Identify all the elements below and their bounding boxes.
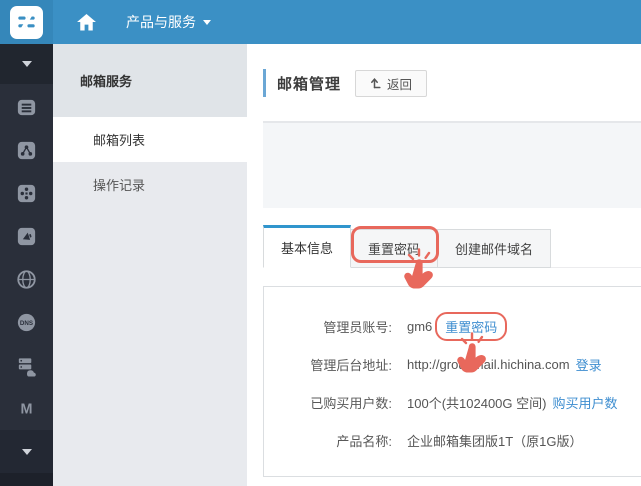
sidebar-item-mailbox-list[interactable]: 邮箱列表 — [53, 117, 247, 162]
info-label: 已购买用户数: — [310, 395, 392, 411]
rail-collapse-toggle[interactable] — [0, 44, 53, 84]
sidebar-title: 邮箱服务 — [53, 44, 247, 117]
chevron-down-icon — [21, 61, 32, 67]
page-title: 邮箱管理 — [277, 75, 342, 93]
back-button-label: 返回 — [387, 77, 413, 92]
info-value: gm6 — [407, 318, 433, 334]
rail-item-server[interactable] — [0, 344, 53, 387]
cdn-icon — [17, 184, 36, 203]
sidebar-item-operation-log[interactable]: 操作记录 — [53, 162, 247, 207]
rail-item-share[interactable] — [0, 129, 53, 172]
title-row: 邮箱管理 返回 — [263, 68, 428, 98]
info-label: 管理员账号: — [323, 319, 392, 335]
svg-text:DNS: DNS — [20, 320, 33, 327]
home-button[interactable] — [77, 13, 96, 31]
info-row-purchased-users: 已购买用户数: 100个(共102400G 空间) 购买用户数 — [264, 383, 641, 421]
tab-label: 基本信息 — [281, 241, 334, 256]
chevron-down-icon — [21, 448, 32, 455]
info-row-admin-url: 管理后台地址: http://groupmail.hichina.com 登录 — [264, 345, 641, 383]
products-services-label: 产品与服务 — [126, 14, 196, 30]
home-icon — [77, 13, 96, 31]
globe-icon — [17, 270, 36, 289]
topbar: 产品与服务 — [0, 0, 641, 44]
rail-more-toggle[interactable] — [0, 430, 53, 473]
sidebar: 邮箱服务 邮箱列表 操作记录 — [53, 44, 247, 486]
info-row-product-name: 产品名称: 企业邮箱集团版1T（原1G版） — [264, 421, 641, 459]
rail-item-announce[interactable] — [0, 215, 53, 258]
tab-bar: 基本信息 重置密码 创建邮件域名 — [263, 225, 552, 289]
info-row-admin-account: 管理员账号: gm6 重置密码 — [264, 307, 641, 345]
buy-users-link[interactable]: 购买用户数 — [552, 393, 617, 412]
brand-logo-cell — [0, 0, 53, 44]
rail-item-cdn[interactable] — [0, 172, 53, 215]
main-content: 邮箱管理 返回 基本信息 重置密码 创建邮件域名 管理员账号: gm6 重置密码… — [247, 44, 641, 486]
products-services-menu[interactable]: 产品与服务 — [126, 12, 211, 32]
login-link[interactable]: 登录 — [576, 355, 602, 374]
list-icon — [17, 99, 36, 116]
rail-item-dns[interactable]: DNS — [0, 301, 53, 344]
tab-label: 创建邮件域名 — [455, 242, 534, 257]
reset-password-link[interactable]: 重置密码 — [445, 317, 497, 336]
rail-item-domains[interactable] — [0, 258, 53, 301]
info-value: http://groupmail.hichina.com — [407, 356, 570, 372]
info-panel: 管理员账号: gm6 重置密码 管理后台地址: http://groupmail… — [263, 286, 641, 477]
back-button[interactable]: 返回 — [355, 69, 428, 97]
caret-down-icon — [203, 19, 211, 25]
info-label: 产品名称: — [336, 433, 392, 449]
info-label: 管理后台地址: — [310, 357, 392, 373]
info-value: 企业邮箱集团版1T（原1G版） — [407, 433, 583, 449]
server-stack-icon — [18, 358, 36, 377]
app-window: 产品与服务 DNS M 邮箱服务 邮箱列表 操作记录 邮箱管理 返回 基本信息 … — [0, 0, 641, 486]
tab-reset-password[interactable]: 重置密码 — [350, 229, 439, 268]
rail-item-m-product[interactable]: M — [0, 387, 53, 430]
cloud-logo-icon — [18, 13, 35, 31]
icon-rail: DNS M — [0, 44, 53, 486]
sidebar-item-label: 邮箱列表 — [93, 133, 146, 148]
sidebar-item-label: 操作记录 — [93, 178, 146, 193]
tab-label: 重置密码 — [368, 242, 421, 257]
tab-basic-info[interactable]: 基本信息 — [263, 225, 352, 268]
svg-text:M: M — [21, 401, 33, 417]
share-nodes-icon — [17, 141, 36, 160]
rail-footer — [0, 473, 53, 486]
megaphone-icon — [17, 227, 36, 246]
tab-create-mail-domain[interactable]: 创建邮件域名 — [437, 229, 552, 268]
rail-item-console-list[interactable] — [0, 86, 53, 129]
return-arrow-icon — [371, 78, 381, 89]
rail-items: DNS M — [0, 84, 53, 430]
dns-icon: DNS — [17, 313, 36, 332]
m-logo-icon: M — [21, 401, 33, 417]
title-accent-bar — [263, 69, 266, 97]
toolbar-panel — [263, 121, 641, 208]
annotation-ring-reset-password-link: 重置密码 — [435, 311, 508, 341]
info-value: 100个(共102400G 空间) — [407, 395, 547, 411]
brand-logo[interactable] — [10, 5, 43, 39]
